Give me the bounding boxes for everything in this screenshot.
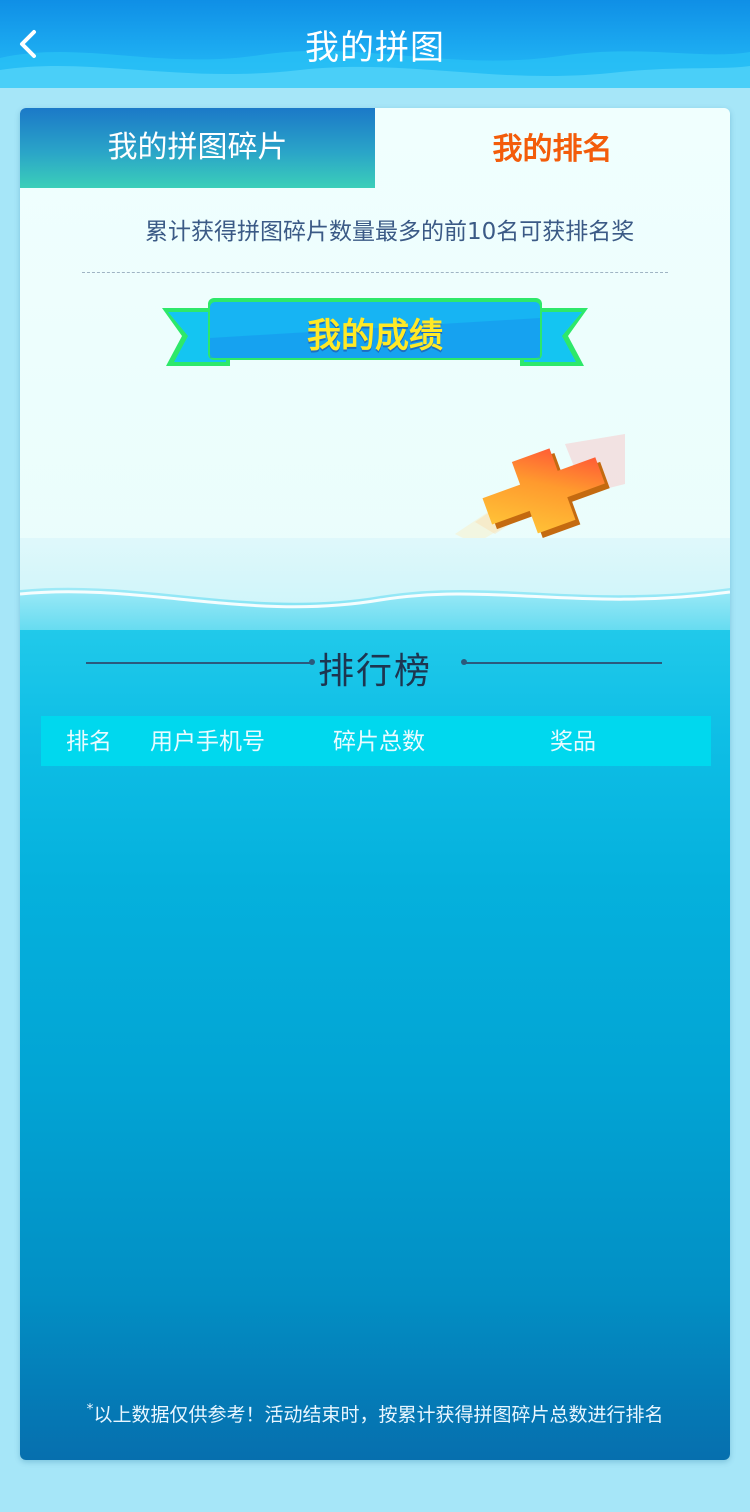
leaderboard-title: 排行榜 (317, 651, 432, 692)
puzzle-piece-icon (455, 434, 625, 544)
column-header-phone: 用户手机号 (150, 729, 265, 755)
my-score-ribbon-label: 我的成绩 (307, 316, 443, 356)
dashed-divider (82, 272, 668, 273)
tab-my-ranking[interactable]: 我的排名 (375, 108, 730, 188)
column-header-rank: 排名 (66, 729, 112, 755)
ranking-card: 我的拼图碎片 我的排名 累计获得拼图碎片数量最多的前10名可获排名奖 我的成绩 (20, 108, 730, 1460)
ranking-rule-notice: 累计获得拼图碎片数量最多的前10名可获排名奖 (145, 219, 635, 245)
leaderboard-table-header: 排名 用户手机号 碎片总数 奖品 (41, 716, 711, 766)
footnote-text: 以上数据仅供参考！活动结束时，按累计获得拼图碎片总数进行排名 (93, 1404, 664, 1426)
column-header-prize: 奖品 (550, 729, 596, 755)
top-bar: 我的拼图 (0, 0, 750, 88)
page-title: 我的拼图 (305, 28, 445, 68)
tab-my-puzzle-pieces[interactable]: 我的拼图碎片 (20, 108, 375, 188)
footnote: *以上数据仅供参考！活动结束时，按累计获得拼图碎片总数进行排名 (20, 1400, 730, 1427)
column-header-pieces: 碎片总数 (333, 729, 425, 755)
title-line-right (464, 662, 662, 664)
